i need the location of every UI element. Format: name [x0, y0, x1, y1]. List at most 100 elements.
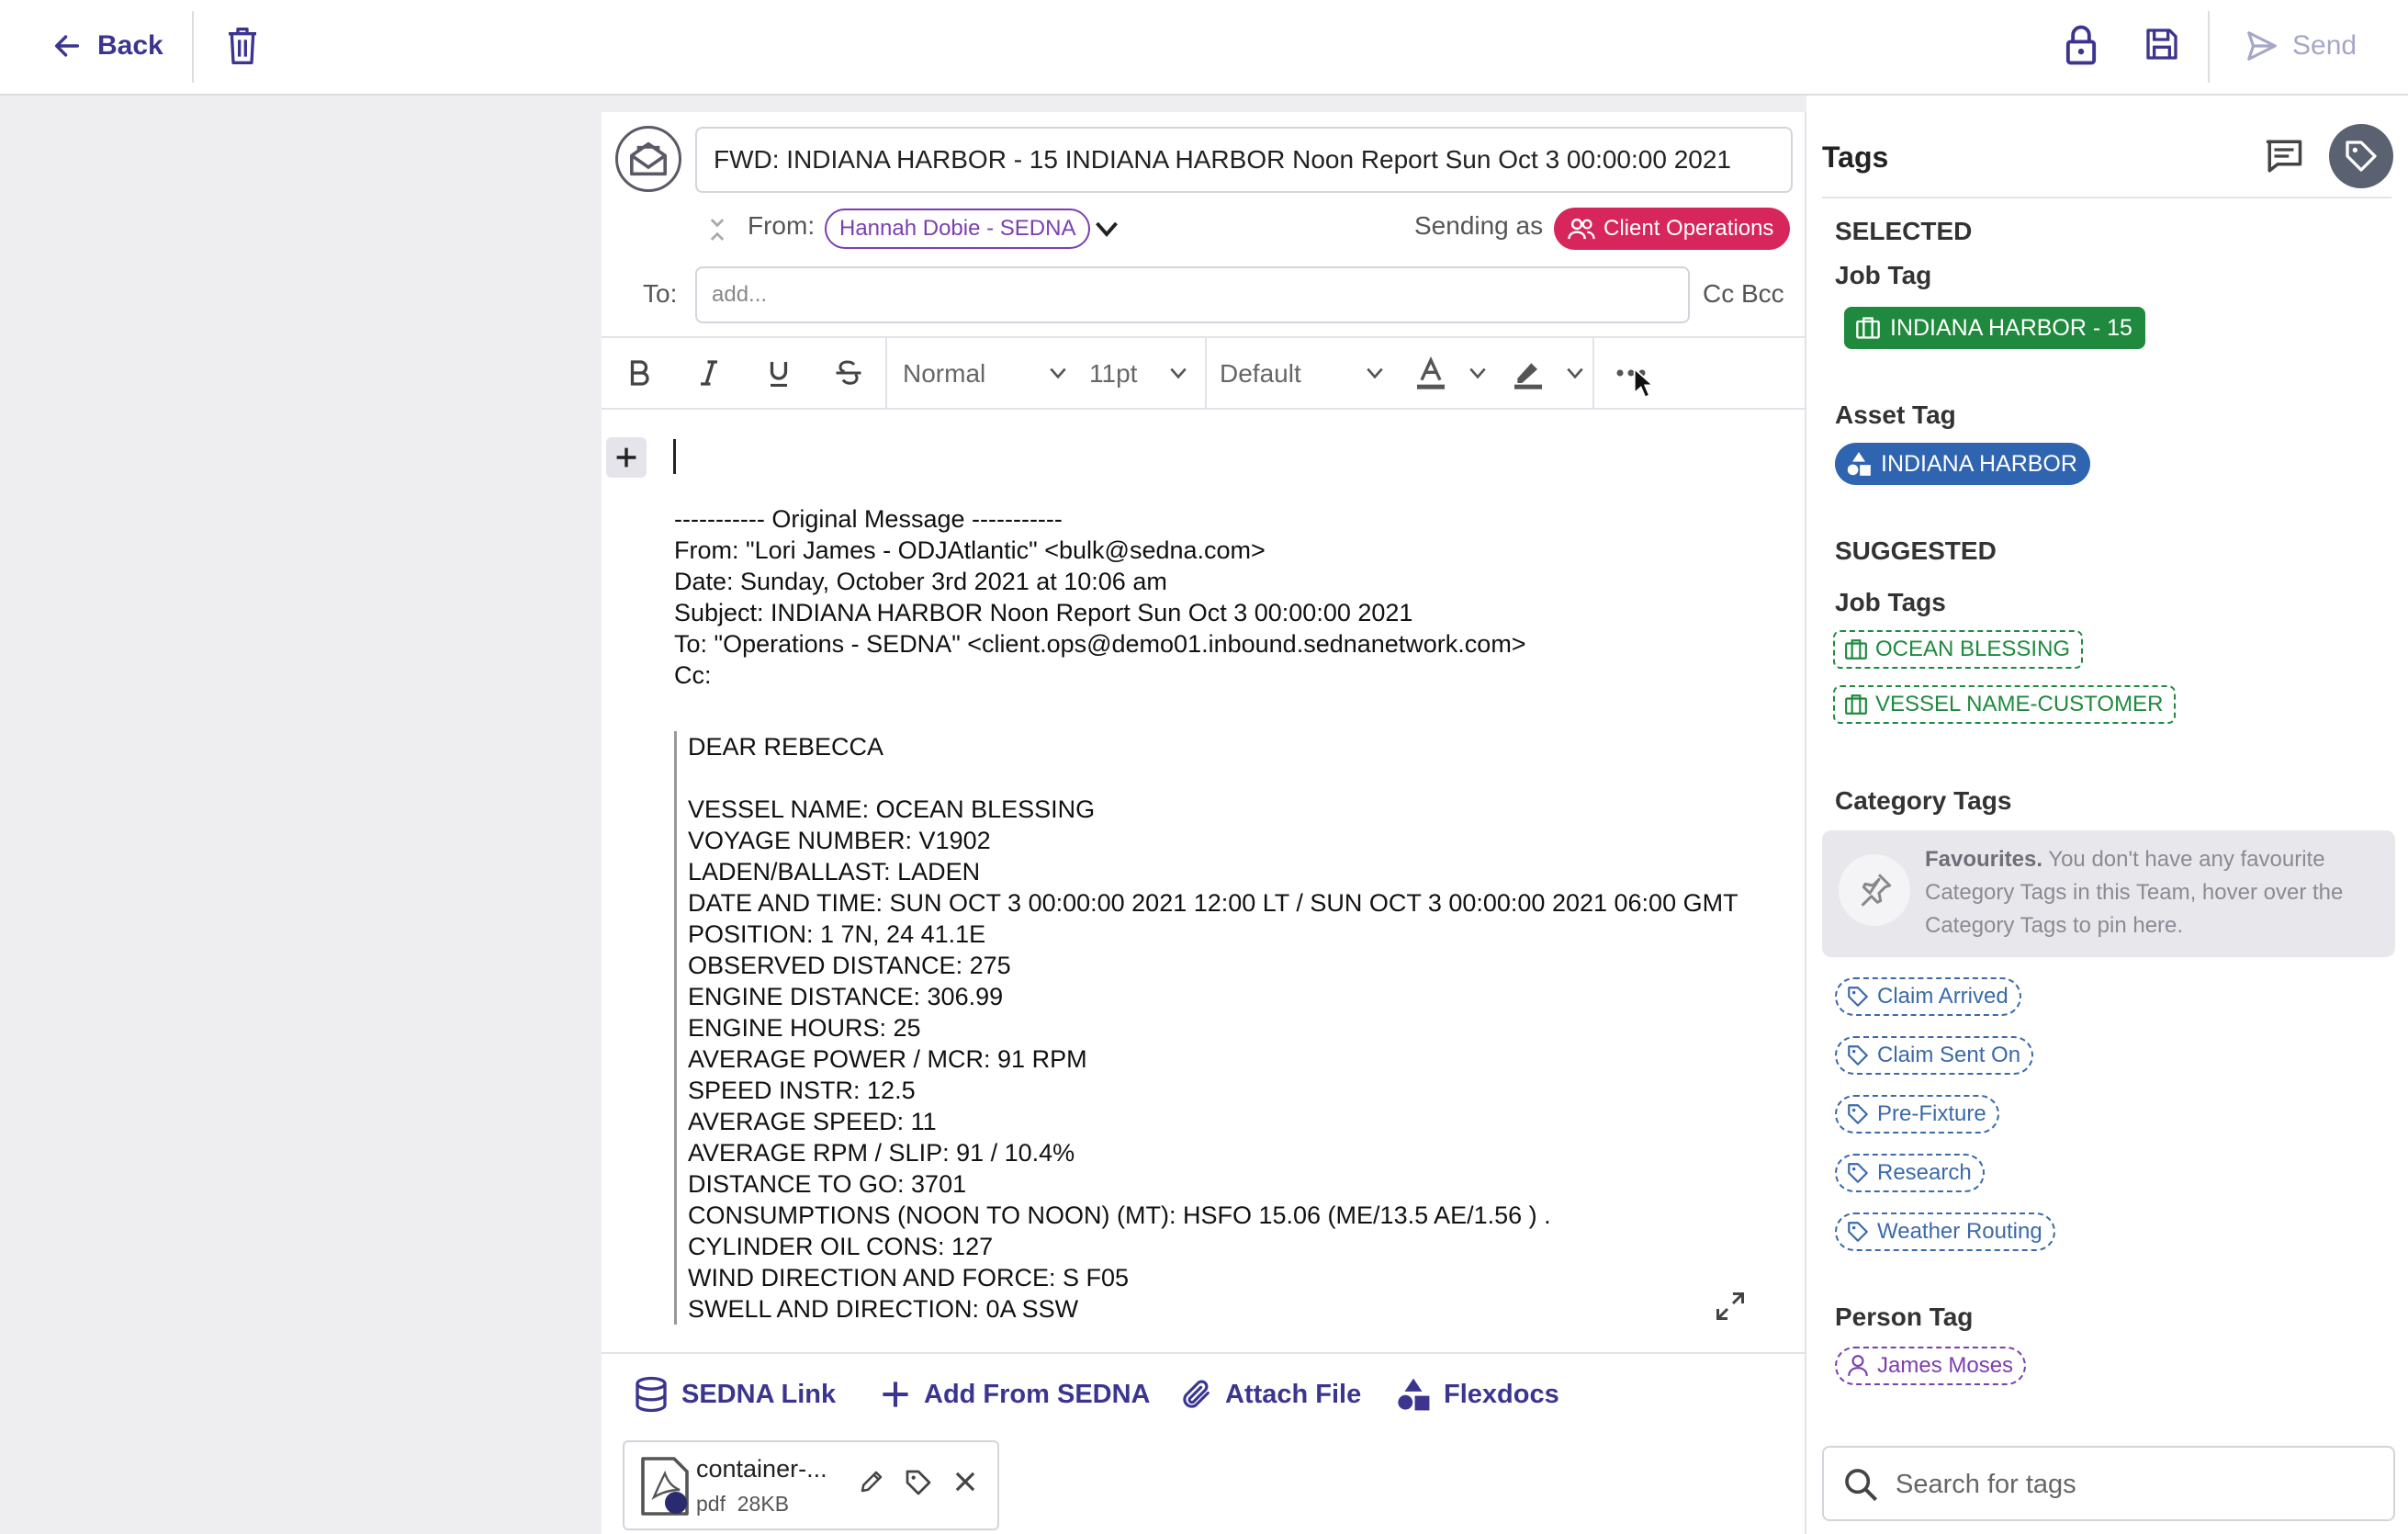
- text-color-select[interactable]: [1412, 355, 1488, 393]
- highlight-color-select[interactable]: [1510, 355, 1585, 393]
- chevron-down-icon[interactable]: [1093, 217, 1120, 241]
- category-tag-label: Weather Routing: [1877, 1219, 2042, 1244]
- cc-bcc-toggle[interactable]: Cc Bcc: [1703, 279, 1784, 309]
- header-line: Date: Sunday, October 3rd 2021 at 10:06 …: [674, 568, 1167, 595]
- person-icon: [1848, 1355, 1868, 1376]
- add-from-sedna-button[interactable]: Add From SEDNA: [880, 1372, 1151, 1416]
- quote-line: AVERAGE RPM / SLIP: 91 / 10.4%: [688, 1139, 1075, 1167]
- edit-attachment-button[interactable]: [858, 1468, 885, 1495]
- plus-icon: [616, 447, 636, 468]
- quote-line: ENGINE HOURS: 25: [688, 1014, 921, 1042]
- to-input[interactable]: [695, 266, 1690, 323]
- arrow-left-icon: [54, 35, 80, 57]
- tag-icon: [1848, 1104, 1868, 1124]
- toolbar-divider: [1205, 336, 1207, 410]
- insert-block-button[interactable]: [606, 437, 647, 478]
- toolbar-divider: [192, 11, 194, 83]
- bold-button[interactable]: [621, 355, 658, 391]
- collapse-icon[interactable]: [707, 217, 727, 243]
- shapes-icon: [1847, 452, 1871, 476]
- text-caret: [673, 439, 676, 474]
- from-chip[interactable]: Hannah Dobie - SEDNA: [825, 209, 1091, 249]
- quote-line: AVERAGE POWER / MCR: 91 RPM: [688, 1045, 1087, 1073]
- person-tag-label: James Moses: [1877, 1353, 2014, 1378]
- suggested-job-tag-label: VESSEL NAME-CUSTOMER: [1875, 692, 2164, 716]
- size-select[interactable]: 11pt: [1089, 355, 1188, 393]
- chevron-down-icon: [1367, 367, 1383, 379]
- chevron-down-icon: [1469, 367, 1486, 379]
- panel-divider: [1822, 197, 2391, 198]
- quote-line: VESSEL NAME: OCEAN BLESSING: [688, 795, 1096, 823]
- person-tag[interactable]: James Moses: [1835, 1347, 2027, 1385]
- italic-button[interactable]: [691, 355, 727, 391]
- suggested-heading: SUGGESTED: [1835, 536, 1997, 565]
- category-tag[interactable]: Research: [1835, 1154, 1985, 1192]
- suggested-job-tag-label: OCEAN BLESSING: [1875, 637, 2071, 661]
- style-value: Normal: [903, 359, 986, 388]
- strikethrough-button[interactable]: [830, 355, 867, 391]
- person-tag-heading: Person Tag: [1835, 1303, 1974, 1331]
- category-tag-label: Pre-Fixture: [1877, 1101, 1986, 1126]
- sedna-link-button[interactable]: SEDNA Link: [634, 1372, 836, 1416]
- suggested-job-tag[interactable]: OCEAN BLESSING: [1833, 630, 2084, 669]
- selected-heading: SELECTED: [1835, 217, 1973, 245]
- text-color-icon: [1417, 356, 1445, 389]
- comment-icon: [2266, 140, 2302, 173]
- tag-attachment-button[interactable]: [904, 1468, 933, 1497]
- category-tag[interactable]: Weather Routing: [1835, 1213, 2055, 1251]
- trash-icon: [229, 27, 256, 64]
- quote-line: CONSUMPTIONS (NOON TO NOON) (MT): HSFO 1…: [688, 1201, 1551, 1229]
- close-icon: [955, 1472, 975, 1492]
- favourites-title: Favourites.: [1925, 847, 2043, 872]
- header-line: To: "Operations - SEDNA" <client.ops@dem…: [674, 630, 1526, 658]
- paperclip-icon: [1183, 1380, 1210, 1408]
- chevron-down-icon: [1050, 367, 1066, 379]
- attach-file-button[interactable]: Attach File: [1181, 1372, 1361, 1416]
- attach-file-label: Attach File: [1225, 1379, 1362, 1409]
- remove-attachment-button[interactable]: [953, 1470, 977, 1494]
- tags-tab[interactable]: [2329, 124, 2393, 188]
- send-label: Send: [2292, 30, 2357, 61]
- pencil-icon: [861, 1471, 883, 1493]
- subject-field[interactable]: FWD: INDIANA HARBOR - 15 INDIANA HARBOR …: [695, 127, 1793, 193]
- tag-search-input[interactable]: [1896, 1464, 2373, 1505]
- toolbar-divider: [2208, 11, 2210, 83]
- selected-job-tag[interactable]: INDIANA HARBOR - 15: [1844, 307, 2145, 349]
- attachment-name: container-...: [696, 1455, 827, 1483]
- pin-icon: [1839, 854, 1910, 926]
- category-tag[interactable]: Pre-Fixture: [1835, 1095, 1999, 1134]
- sedna-link-label: SEDNA Link: [681, 1379, 837, 1409]
- font-value: Default: [1220, 359, 1301, 388]
- category-tag[interactable]: Claim Arrived: [1835, 977, 2021, 1016]
- chevron-down-icon: [1170, 367, 1187, 379]
- toolbar-divider: [885, 336, 887, 410]
- suggested-job-tag[interactable]: VESSEL NAME-CUSTOMER: [1833, 685, 2177, 724]
- message-body[interactable]: ----------- Original Message -----------…: [674, 503, 1758, 1350]
- plus-icon: [883, 1382, 908, 1407]
- flexdocs-label: Flexdocs: [1444, 1379, 1559, 1409]
- save-icon: [2146, 28, 2177, 60]
- lock-button[interactable]: [2065, 24, 2098, 66]
- to-label: To:: [643, 279, 678, 308]
- comments-tab[interactable]: [2265, 138, 2303, 175]
- delete-button[interactable]: [224, 26, 261, 66]
- selected-asset-tag[interactable]: INDIANA HARBOR: [1835, 443, 2090, 485]
- quote-line: VOYAGE NUMBER: V1902: [688, 827, 991, 854]
- sending-as-value: Client Operations: [1603, 216, 1774, 241]
- font-select[interactable]: Default: [1220, 355, 1385, 393]
- selected-asset-tag-label: INDIANA HARBOR: [1881, 450, 2077, 477]
- quote-line: WIND DIRECTION AND FORCE: S F05: [688, 1264, 1130, 1291]
- flexdocs-button[interactable]: Flexdocs: [1396, 1372, 1559, 1416]
- save-button[interactable]: [2144, 26, 2180, 62]
- add-from-sedna-label: Add From SEDNA: [924, 1379, 1151, 1409]
- send-icon: [2247, 31, 2277, 61]
- expand-icon[interactable]: [1714, 1290, 1747, 1323]
- favourites-text: Favourites. You don't have any favourite…: [1925, 843, 2388, 942]
- send-button[interactable]: Send: [2245, 24, 2357, 68]
- underline-button[interactable]: [760, 355, 797, 391]
- category-tag[interactable]: Claim Sent On: [1835, 1036, 2034, 1075]
- back-button[interactable]: Back: [51, 26, 163, 66]
- quote-line: DISTANCE TO GO: 3701: [688, 1170, 967, 1198]
- style-select[interactable]: Normal: [903, 355, 1068, 393]
- sending-as-chip[interactable]: Client Operations: [1554, 208, 1791, 250]
